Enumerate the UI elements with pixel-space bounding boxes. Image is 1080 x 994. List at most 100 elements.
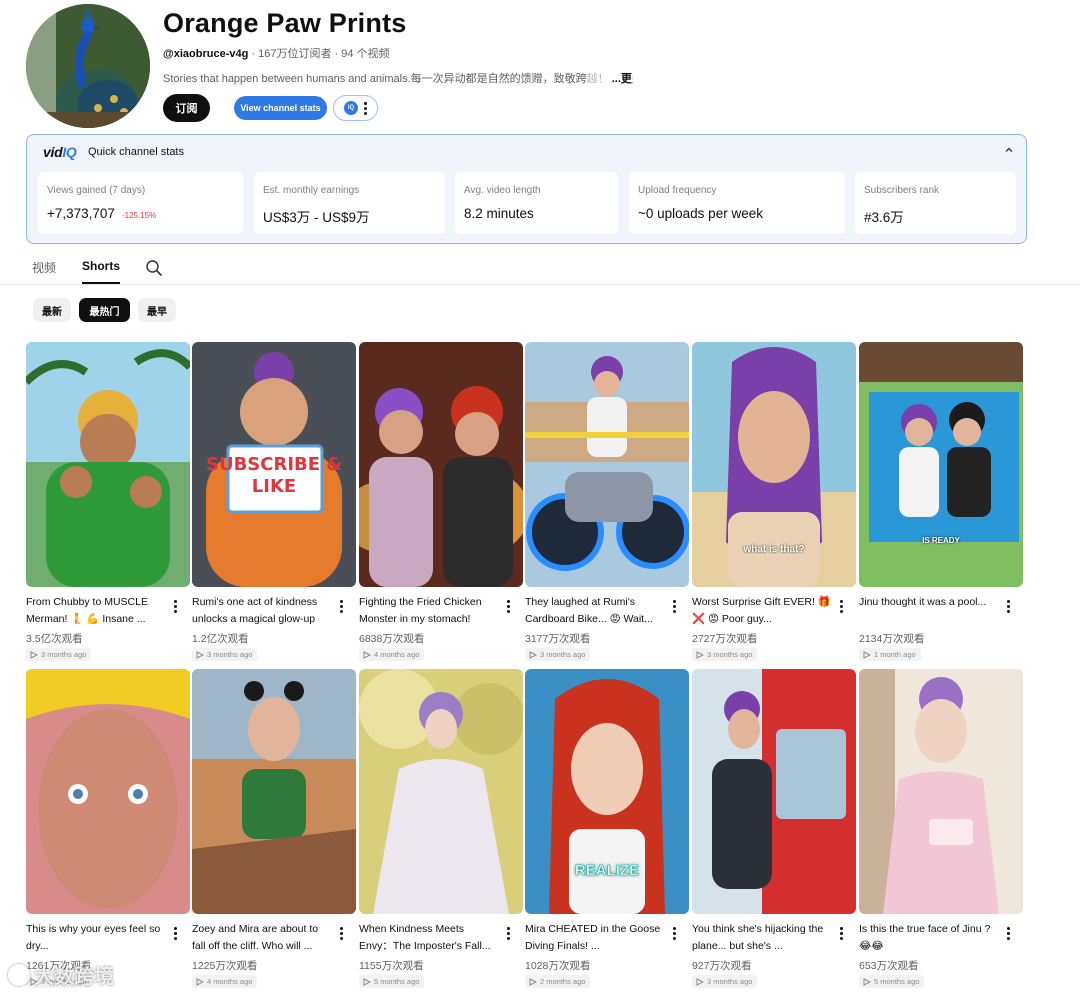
stat-label: Upload frequency [638, 185, 717, 196]
more-vert-icon[interactable] [507, 927, 510, 940]
view-channel-stats-button[interactable]: View channel stats [234, 96, 327, 120]
stat-label: Views gained (7 days) [47, 185, 146, 196]
watermark-text: 大数跨境 [34, 966, 114, 988]
short-thumbnail[interactable]: what is that? [692, 342, 856, 587]
short-views: 1.2亿次观看 [192, 633, 249, 645]
description-text: Stories that happen between humans and a… [163, 73, 587, 85]
short-views: 2727万次观看 [692, 633, 758, 645]
short-views: 3177万次观看 [525, 633, 591, 645]
channel-meta: @xiaobruce-v4g · 167万位订阅者 · 94 个视频 [163, 45, 390, 61]
filter-chip-latest[interactable]: 最新 [33, 298, 71, 322]
short-title[interactable]: They laughed at Rumi's Cardboard Bike...… [525, 594, 665, 628]
short-age-badge: 1 month ago [859, 648, 921, 661]
short-title[interactable]: Jinu thought it was a pool... [859, 594, 999, 628]
more-vert-icon[interactable] [673, 927, 676, 940]
tab-shorts[interactable]: Shorts [82, 259, 120, 273]
short-thumbnail[interactable] [26, 669, 190, 914]
stat-card-upload-frequency: Upload frequency ~0 uploads per week [629, 172, 845, 234]
short-views: 6838万次观看 [359, 633, 425, 645]
more-vert-icon [364, 101, 367, 115]
short-title[interactable]: From Chubby to MUSCLE Merman! 🧜 💪 Insane… [26, 594, 166, 628]
short-title[interactable]: Mira CHEATED in the Goose Diving Finals!… [525, 921, 665, 955]
short-age-badge: 3 months ago [525, 648, 591, 661]
short-views: 653万次观看 [859, 960, 919, 972]
more-vert-icon[interactable] [174, 600, 177, 613]
short-title[interactable]: You think she's hijacking the plane... b… [692, 921, 832, 955]
more-vert-icon[interactable] [340, 600, 343, 613]
stat-label: Est. monthly earnings [263, 185, 360, 196]
short-title[interactable]: Is this the true face of Jinu ?😂😂 [859, 921, 999, 955]
short-age-badge: 3 months ago [192, 648, 258, 661]
short-views: 2134万次观看 [859, 633, 925, 645]
watermark: 大数跨境 [8, 960, 114, 989]
more-vert-icon[interactable] [340, 927, 343, 940]
short-thumbnail[interactable] [525, 342, 689, 587]
meta-separator: · [248, 48, 259, 60]
short-thumbnail[interactable] [359, 342, 523, 587]
stat-card-avg-video-length: Avg. video length 8.2 minutes [455, 172, 618, 234]
tab-videos[interactable]: 视频 [32, 259, 56, 276]
description-more-link[interactable]: ...更多 [612, 73, 633, 85]
short-views: 1028万次观看 [525, 960, 591, 972]
chevron-up-icon[interactable] [1004, 145, 1014, 158]
vidiq-heading: Quick channel stats [88, 146, 184, 158]
more-vert-icon[interactable] [1007, 600, 1010, 613]
search-icon[interactable] [145, 259, 163, 277]
stat-value: 8.2 minutes [464, 206, 534, 221]
short-title[interactable]: Fighting the Fried Chicken Monster in my… [359, 594, 499, 628]
short-thumbnail[interactable]: SUBSCRIBE & LIKE [192, 342, 356, 587]
meta-separator: · [331, 48, 342, 60]
vidiq-menu-button[interactable]: iQ [333, 95, 378, 121]
shorts-icon [30, 650, 38, 659]
filter-chip-popular[interactable]: 最热门 [79, 298, 130, 322]
filter-chip-oldest[interactable]: 最早 [138, 298, 176, 322]
thumbnail-overlay-text: IS READY [922, 536, 960, 545]
channel-description[interactable]: Stories that happen between humans and a… [163, 70, 633, 86]
short-thumbnail[interactable] [692, 669, 856, 914]
video-count: 94 个视频 [341, 48, 390, 60]
short-title[interactable]: Rumi's one act of kindness unlocks a mag… [192, 594, 332, 628]
more-vert-icon[interactable] [840, 927, 843, 940]
description-fade: 越！ [586, 73, 609, 85]
short-thumbnail[interactable]: REALIZE [525, 669, 689, 914]
thumbnail-overlay-text: SUBSCRIBE & LIKE [205, 454, 342, 497]
stat-change-badge: -125.15% [121, 211, 157, 220]
channel-title: Orange Paw Prints [163, 8, 407, 38]
thumbnail-overlay-text: REALIZE [574, 862, 640, 880]
short-thumbnail[interactable]: IS READY [859, 342, 1023, 587]
tab-divider [0, 284, 1080, 285]
channel-handle: @xiaobruce-v4g [163, 48, 249, 60]
short-age-badge: 4 months ago [192, 975, 258, 988]
short-title[interactable]: This is why your eyes feel so dry... [26, 921, 166, 955]
short-title[interactable]: When Kindness Meets Envy：The Imposter's … [359, 921, 499, 955]
shorts-icon [196, 977, 204, 986]
stat-card-views-gained: Views gained (7 days) +7,373,707 -125.15% [38, 172, 243, 234]
short-thumbnail[interactable] [359, 669, 523, 914]
stat-label: Avg. video length [464, 185, 541, 196]
short-title[interactable]: Zoey and Mira are about to fall off the … [192, 921, 332, 955]
vidiq-quick-stats-panel: vidIQ Quick channel stats Views gained (… [26, 134, 1027, 244]
stat-label: Subscribers rank [864, 185, 940, 196]
more-vert-icon[interactable] [840, 600, 843, 613]
subscribe-button[interactable]: 订阅 [163, 94, 210, 122]
more-vert-icon[interactable] [1007, 927, 1010, 940]
short-thumbnail[interactable] [192, 669, 356, 914]
shorts-icon [363, 977, 371, 986]
short-thumbnail[interactable] [26, 342, 190, 587]
subscriber-count: 167万位订阅者 [258, 48, 332, 60]
more-vert-icon[interactable] [174, 927, 177, 940]
stat-value: #3.6万 [864, 210, 904, 225]
channel-avatar[interactable] [26, 4, 150, 128]
short-age-badge: 3 months ago [692, 975, 758, 988]
shorts-icon [529, 977, 537, 986]
shorts-icon [863, 977, 871, 986]
shorts-icon [696, 977, 704, 986]
short-title[interactable]: Worst Surprise Gift EVER! 🎁 ❌ 😡 Poor guy… [692, 594, 832, 628]
short-age-badge: 3 months ago [692, 648, 758, 661]
watermark-logo-icon [8, 963, 30, 986]
short-thumbnail[interactable] [859, 669, 1023, 914]
more-vert-icon[interactable] [507, 600, 510, 613]
stat-value: +7,373,707 -125.15% [47, 206, 157, 221]
more-vert-icon[interactable] [673, 600, 676, 613]
stat-value: ~0 uploads per week [638, 206, 763, 221]
